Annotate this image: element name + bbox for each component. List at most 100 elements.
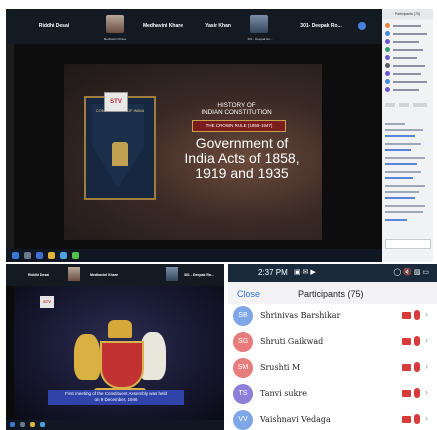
panel-participant-row[interactable] [385,71,431,76]
search-icon[interactable] [24,252,31,259]
invite-button[interactable] [385,103,395,107]
mic-muted-icon [414,362,420,372]
folder-icon[interactable] [30,422,35,427]
zoom-icon[interactable] [60,252,67,259]
chat-input[interactable] [385,239,431,249]
channel-logo: STV [40,296,54,308]
more-button[interactable] [413,103,427,107]
panel-participant-row[interactable] [385,47,431,52]
chat-line [385,191,419,193]
panel-participant-row[interactable] [385,39,431,44]
participant-row[interactable]: VV Vaishnavi Vedaga › [228,406,437,430]
slide: CONSTITUTION OF INDIA STV HISTORY OF IND… [64,64,322,240]
avatar [250,15,268,33]
participant-name: Yasir Khan [205,23,231,29]
shared-screen: CONSTITUTION OF INDIA STV HISTORY OF IND… [14,44,382,259]
participant-tile[interactable]: 301- Deepak Ro... [284,14,358,38]
panel-participant-row[interactable] [385,31,431,36]
avatar [106,15,124,33]
windows-icon[interactable] [12,252,19,259]
slide-heading: HISTORY OF INDIAN CONSTITUTION [189,102,284,116]
panel-participant-row[interactable] [385,23,431,28]
chat-link[interactable] [385,197,415,199]
folder-icon[interactable] [48,252,55,259]
participant-name: Riddhi Desai [28,273,50,277]
windows-icon[interactable] [10,422,15,427]
chat-line [385,171,421,173]
crown-rule-label: THE CROWN RULE (1858-1947) [192,120,286,132]
participant-row[interactable]: SG Shruti Gaikwad › [228,328,437,356]
chat-line [385,205,425,207]
taskbar [6,249,382,262]
system-icons: ◯ 🔇 ▨ ▭ [393,269,429,276]
phone-participants-screen: 2:37 PM ▣ ✉ ▶ ◯ 🔇 ▨ ▭ Close Participants… [228,264,437,430]
next-page-icon[interactable] [358,22,366,30]
participant-row[interactable]: SM Srushti M › [228,354,437,382]
participant-tile[interactable]: Medhavini Khare [130,14,196,38]
participant-row[interactable]: TS Tanvi sukre › [228,380,437,408]
taskbar [6,420,224,430]
panel-participant-row[interactable] [385,63,431,68]
panel-participant-row[interactable] [385,55,431,60]
avatar: TS [233,384,253,404]
participant-video-tile[interactable]: 301 - Deepak Ro... [244,14,276,41]
chat-line [385,143,421,145]
chat-line [385,157,425,159]
channel-logo: STV [104,92,128,112]
bottom-meeting-screenshot: Riddhi Desai Medhavini Khare 301 - Deepa… [6,264,224,430]
participant-video-tile[interactable]: Medhavini Khare [102,14,128,41]
edge-icon[interactable] [36,252,43,259]
participant-tile[interactable]: Riddhi Desai [24,14,84,38]
chat-line [385,129,423,131]
participant-row[interactable]: SB Shrinivas Barshikar › [228,302,437,330]
clock: 2:37 PM [258,268,288,277]
chat-link[interactable] [385,163,417,165]
participant-name: 301- Deepak Ro... [300,23,342,29]
panel-participant-row[interactable] [385,87,431,92]
shared-screen: STV First meeting of the Constituent Ass… [14,286,224,420]
panel-participant-row[interactable] [385,79,431,84]
participant-name: 301 - Deepak Ro... [184,273,214,277]
chat-link[interactable] [385,149,411,151]
avatar [166,267,178,281]
participant-tile[interactable]: Yasir Khan [196,14,240,38]
chat-link[interactable] [385,135,415,137]
mic-muted-icon [414,388,420,398]
avatar: SB [233,306,253,326]
avatar: SG [233,332,253,352]
status-bar: 2:37 PM ▣ ✉ ▶ ◯ 🔇 ▨ ▭ [228,264,437,282]
chevron-right-icon: › [425,361,428,371]
video-off-icon [402,390,411,397]
chevron-right-icon: › [425,413,428,423]
avatar: SM [233,358,253,378]
mic-muted-icon [414,310,420,320]
chrome-icon[interactable] [72,252,79,259]
participant-strip: Riddhi Desai Medhavini Khare Medhavini K… [6,9,382,44]
lion-image [74,334,100,380]
participant-name: Riddhi Desai [38,23,70,29]
chat-link[interactable] [385,177,413,179]
chat-link[interactable] [385,219,407,221]
mic-muted-icon [414,414,420,424]
mute-all-button[interactable] [399,103,409,107]
slide-caption: First meeting of the Constituent Assembl… [48,390,184,405]
coat-of-arms-image [100,341,144,389]
video-off-icon [402,312,411,319]
participant-name: Shruti Gaikwad [260,337,324,346]
participant-name: Shrinivas Barshikar [260,311,341,320]
participant-caption: 301 - Deepak Ro... [247,37,273,41]
avatar: VV [233,410,253,430]
navigation-bar: Close Participants (75) [228,282,437,304]
chat-line [385,185,425,187]
mic-muted-icon [414,336,420,346]
zoom-icon[interactable] [40,422,45,427]
video-off-icon [402,364,411,371]
chat-line [385,211,423,213]
close-button[interactable]: Close [237,289,260,299]
caption-line-2: on 9 December, 1946 [94,396,138,402]
top-meeting-screenshot: Riddhi Desai Medhavini Khare Medhavini K… [6,9,433,262]
search-icon[interactable] [20,422,25,427]
history-line-1: HISTORY OF [217,102,256,109]
participant-name: Medhavini Khare [90,273,119,277]
chevron-right-icon: › [425,335,428,345]
